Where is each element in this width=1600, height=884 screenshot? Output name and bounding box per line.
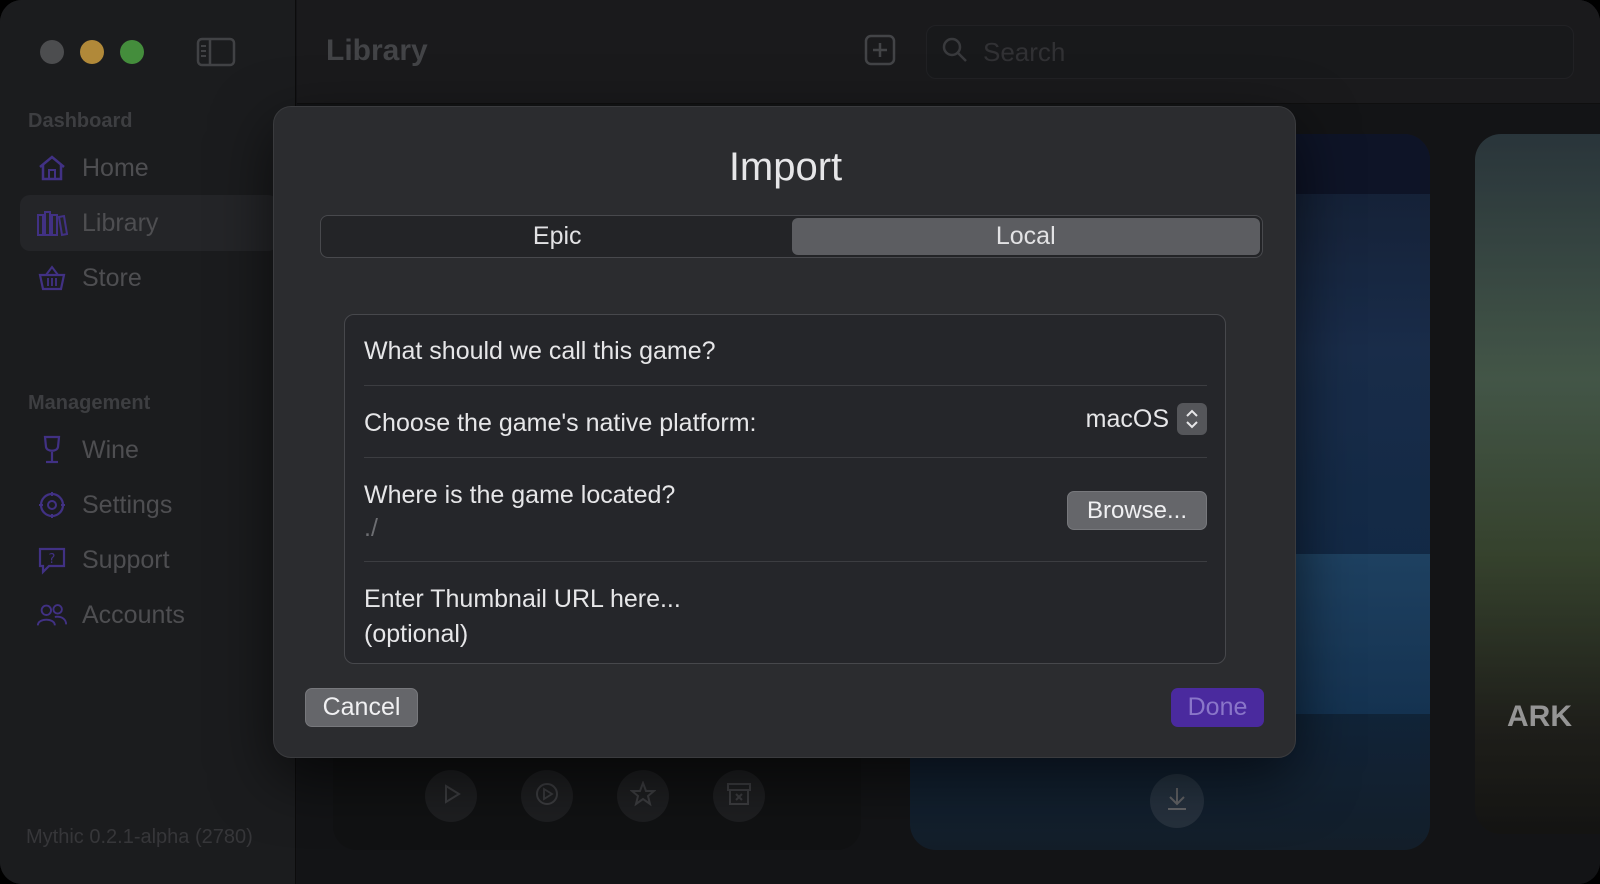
row-divider — [364, 561, 1207, 562]
row-divider — [364, 457, 1207, 458]
dialog-title: Import — [728, 145, 843, 189]
thumbnail-url-field[interactable]: Enter Thumbnail URL here... (optional) — [364, 585, 1207, 649]
import-form: What should we call this game? Choose th… — [344, 314, 1226, 664]
platform-value: macOS — [1085, 404, 1169, 433]
thumbnail-optional-hint: (optional) — [364, 620, 469, 648]
game-name-field[interactable]: What should we call this game? — [364, 337, 1207, 366]
cancel-button[interactable]: Cancel — [305, 688, 418, 727]
import-dialog: Import Epic Local What should we call th… — [273, 106, 1296, 758]
tab-local[interactable]: Local — [791, 218, 1260, 255]
location-row: Where is the game located? ./ Browse... — [364, 481, 1207, 543]
import-source-segmented-control: Epic Local — [320, 215, 1263, 258]
platform-row: Choose the game's native platform: macOS — [364, 403, 1207, 438]
platform-label: Choose the game's native platform: — [364, 409, 757, 437]
browse-button[interactable]: Browse... — [1067, 491, 1207, 530]
platform-select[interactable]: macOS — [1086, 403, 1207, 435]
game-name-placeholder: What should we call this game? — [364, 337, 716, 365]
app-window: Dashboard Home Library Store Management … — [0, 0, 1600, 884]
chevron-up-down-icon — [1177, 403, 1207, 435]
tab-epic[interactable]: Epic — [323, 218, 792, 255]
row-divider — [364, 385, 1207, 386]
thumbnail-placeholder: Enter Thumbnail URL here... — [364, 585, 681, 613]
done-button[interactable]: Done — [1171, 688, 1264, 727]
